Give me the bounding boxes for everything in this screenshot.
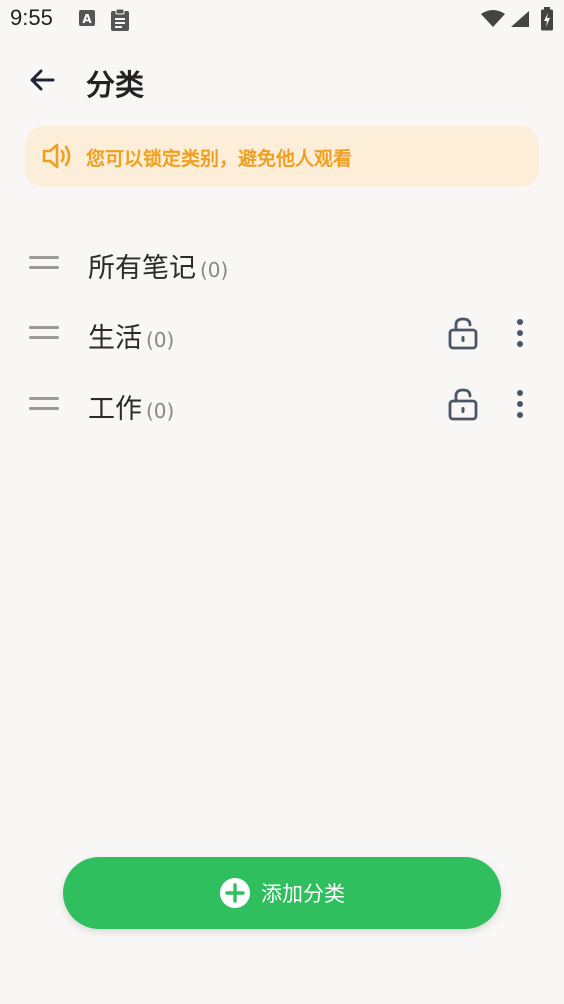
plus-circle-icon (219, 877, 251, 909)
category-count: (0) (200, 258, 229, 282)
arrow-left-icon (28, 66, 56, 98)
add-category-label: 添加分类 (261, 882, 345, 906)
category-label: 生活 (0) (88, 316, 174, 355)
unlock-icon (447, 388, 479, 425)
speaker-icon (41, 142, 73, 174)
cell-signal-icon (510, 10, 530, 32)
page-title: 分类 (86, 68, 145, 102)
category-row-work[interactable]: 工作 (0) (0, 373, 564, 437)
category-count: (0) (146, 328, 175, 352)
more-options-button[interactable] (506, 387, 534, 421)
drag-handle-icon[interactable] (29, 395, 59, 415)
category-name: 工作 (88, 394, 142, 425)
category-label: 所有笔记 (0) (88, 246, 228, 285)
status-bar: 9:55 A (0, 0, 564, 40)
more-vertical-icon (506, 319, 534, 354)
clipboard-icon (108, 8, 132, 36)
a-letter-icon: A (78, 8, 96, 32)
category-name: 生活 (88, 323, 142, 354)
category-name: 所有笔记 (88, 253, 196, 284)
add-category-button[interactable]: 添加分类 (63, 857, 501, 929)
status-time: 9:55 (10, 5, 53, 30)
battery-charging-icon (540, 7, 554, 35)
drag-handle-icon[interactable] (29, 324, 59, 344)
svg-text:A: A (82, 12, 92, 26)
category-count: (0) (146, 399, 175, 423)
lock-tip-banner: 您可以锁定类别，避免他人观看 (25, 126, 539, 187)
wifi-icon (480, 10, 506, 32)
category-label: 工作 (0) (88, 387, 174, 426)
unlock-icon (447, 317, 479, 354)
more-vertical-icon (506, 390, 534, 425)
unlock-button[interactable] (447, 387, 479, 421)
unlock-button[interactable] (447, 316, 479, 350)
more-options-button[interactable] (506, 316, 534, 350)
category-row-all-notes[interactable]: 所有笔记 (0) (0, 232, 564, 296)
category-row-life[interactable]: 生活 (0) (0, 302, 564, 366)
app-bar: 分类 (0, 52, 564, 112)
back-button[interactable] (22, 64, 62, 100)
drag-handle-icon[interactable] (29, 254, 59, 274)
screen: 9:55 A 分类 您可以锁定类别，避免他人观看 所有笔记 (0) 生活 (0)… (0, 0, 564, 1004)
lock-tip-text: 您可以锁定类别，避免他人观看 (86, 148, 353, 170)
